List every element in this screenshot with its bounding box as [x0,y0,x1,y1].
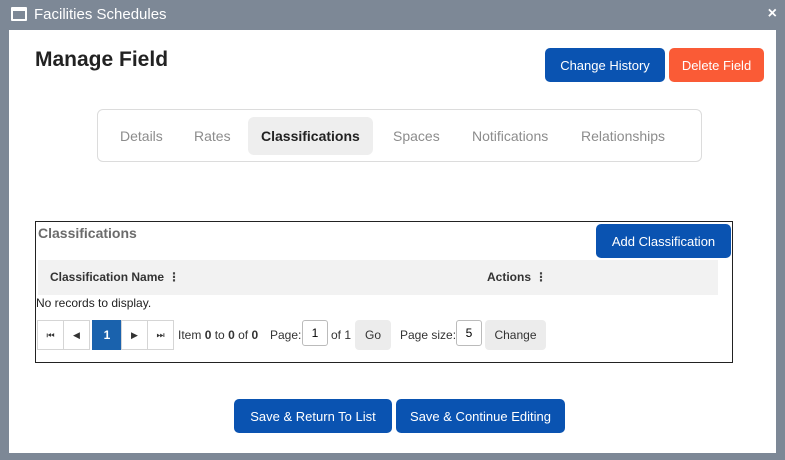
column-label: Classification Name [50,270,165,284]
tab-relationships[interactable]: Relationships [568,117,678,155]
add-classification-button[interactable]: Add Classification [596,224,731,258]
tab-bar: Details Rates Classifications Spaces Not… [97,109,702,162]
empty-message: No records to display. [36,296,152,310]
delete-field-button[interactable]: Delete Field [669,48,764,82]
item-to: 0 [228,328,235,342]
tab-classifications[interactable]: Classifications [248,117,373,155]
window-icon [11,7,27,21]
page-size-label: Page size: [400,328,457,342]
change-page-size-button[interactable]: Change [485,320,546,350]
last-page-icon[interactable]: ⏭ [147,320,174,350]
save-continue-button[interactable]: Save & Continue Editing [396,399,565,433]
save-return-button[interactable]: Save & Return To List [234,399,392,433]
item-to-word: to [214,328,225,342]
column-header-actions[interactable]: Actions ⋮ [487,270,547,284]
column-header-classification-name[interactable]: Classification Name ⋮ [50,270,180,284]
first-page-icon[interactable]: ⏮ [37,320,64,350]
column-label: Actions [487,270,532,284]
modal-window: Facilities Schedules × Manage Field Chan… [0,0,785,460]
page-count-label: of 1 [331,328,352,342]
item-of-word: of [238,328,249,342]
column-menu-icon[interactable]: ⋮ [535,270,547,284]
page-label: Page: [270,328,302,342]
grid-caption: Classifications [38,225,137,241]
next-page-icon[interactable]: ▶ [121,320,148,350]
window-title: Facilities Schedules [34,6,167,23]
modal-content: Manage Field Change History Delete Field… [9,30,776,453]
item-total: 0 [251,328,259,342]
change-history-button[interactable]: Change History [545,48,665,82]
page-title: Manage Field [35,48,169,71]
page-number-input[interactable] [302,320,328,346]
close-icon[interactable]: × [768,5,777,23]
tab-details[interactable]: Details [107,117,176,155]
item-from: 0 [204,328,212,342]
tab-notifications[interactable]: Notifications [459,117,561,155]
column-menu-icon[interactable]: ⋮ [168,270,180,284]
page-size-input[interactable] [456,320,482,346]
grid-header: Classification Name ⋮ Actions ⋮ [38,260,718,295]
item-prefix: Item [178,328,202,342]
classifications-grid: Classifications Add Classification Class… [35,221,733,363]
tab-rates[interactable]: Rates [181,117,244,155]
window-titlebar[interactable]: Facilities Schedules × [0,0,785,30]
tab-spaces[interactable]: Spaces [380,117,453,155]
item-range-text: Item 0 to 0 of 0 [178,328,258,342]
page-button-current[interactable]: 1 [92,320,122,350]
go-button[interactable]: Go [355,320,391,350]
prev-page-icon[interactable]: ◀ [63,320,90,350]
